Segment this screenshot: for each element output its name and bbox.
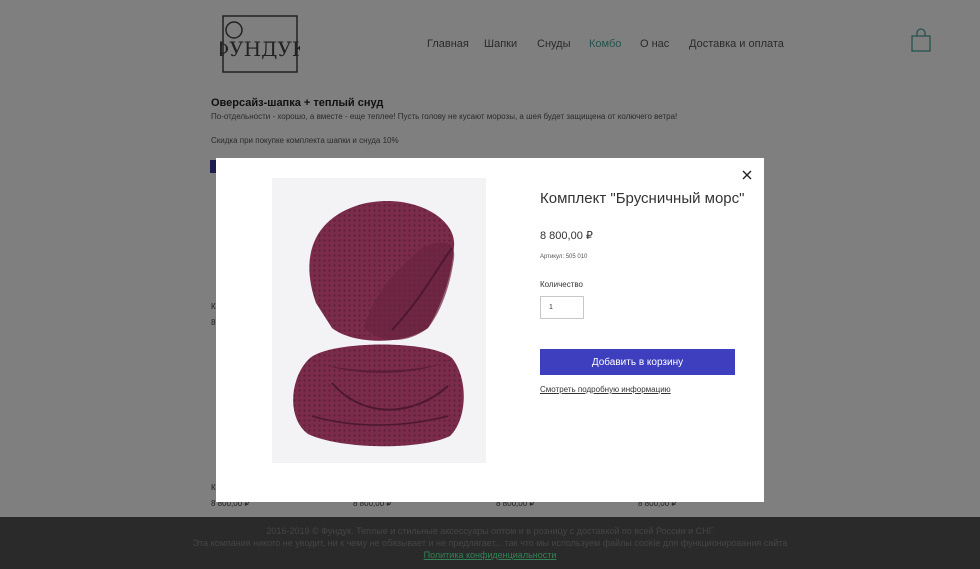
- product-image: [272, 178, 486, 463]
- quick-view-modal: Комплект "Брусничный морс" 8 800,00 ₽ Ар…: [216, 158, 764, 502]
- view-details-link[interactable]: Смотреть подробную информацию: [540, 385, 671, 394]
- product-sku: Артикул: 505 010: [540, 254, 588, 260]
- product-title: Комплект "Брусничный морс": [540, 190, 745, 207]
- close-icon[interactable]: [740, 168, 754, 182]
- quantity-input[interactable]: [540, 296, 584, 319]
- product-price: 8 800,00 ₽: [540, 230, 593, 242]
- quantity-label: Количество: [540, 280, 583, 289]
- add-to-cart-button[interactable]: Добавить в корзину: [540, 349, 735, 375]
